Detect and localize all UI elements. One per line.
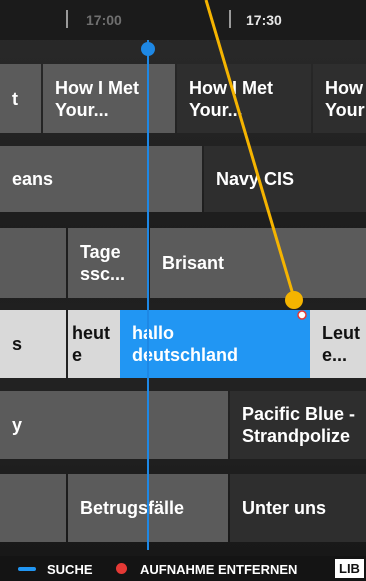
program-guide: 17:00 17:30 t How I Met Your... How I Me… bbox=[0, 0, 366, 581]
pointer-line bbox=[204, 0, 296, 299]
red-key-icon bbox=[116, 563, 127, 574]
pointer-dot bbox=[285, 291, 303, 309]
lib-badge[interactable]: LIB bbox=[335, 559, 364, 578]
blue-key-icon bbox=[18, 567, 36, 571]
remove-recording-action[interactable]: AUFNAHME ENTFERNEN bbox=[140, 562, 297, 577]
footer-bar: SUCHE AUFNAHME ENTFERNEN LIB bbox=[0, 556, 366, 581]
search-action[interactable]: SUCHE bbox=[47, 562, 93, 577]
record-indicator-icon bbox=[297, 310, 307, 320]
pointer-annotation bbox=[204, 0, 307, 320]
